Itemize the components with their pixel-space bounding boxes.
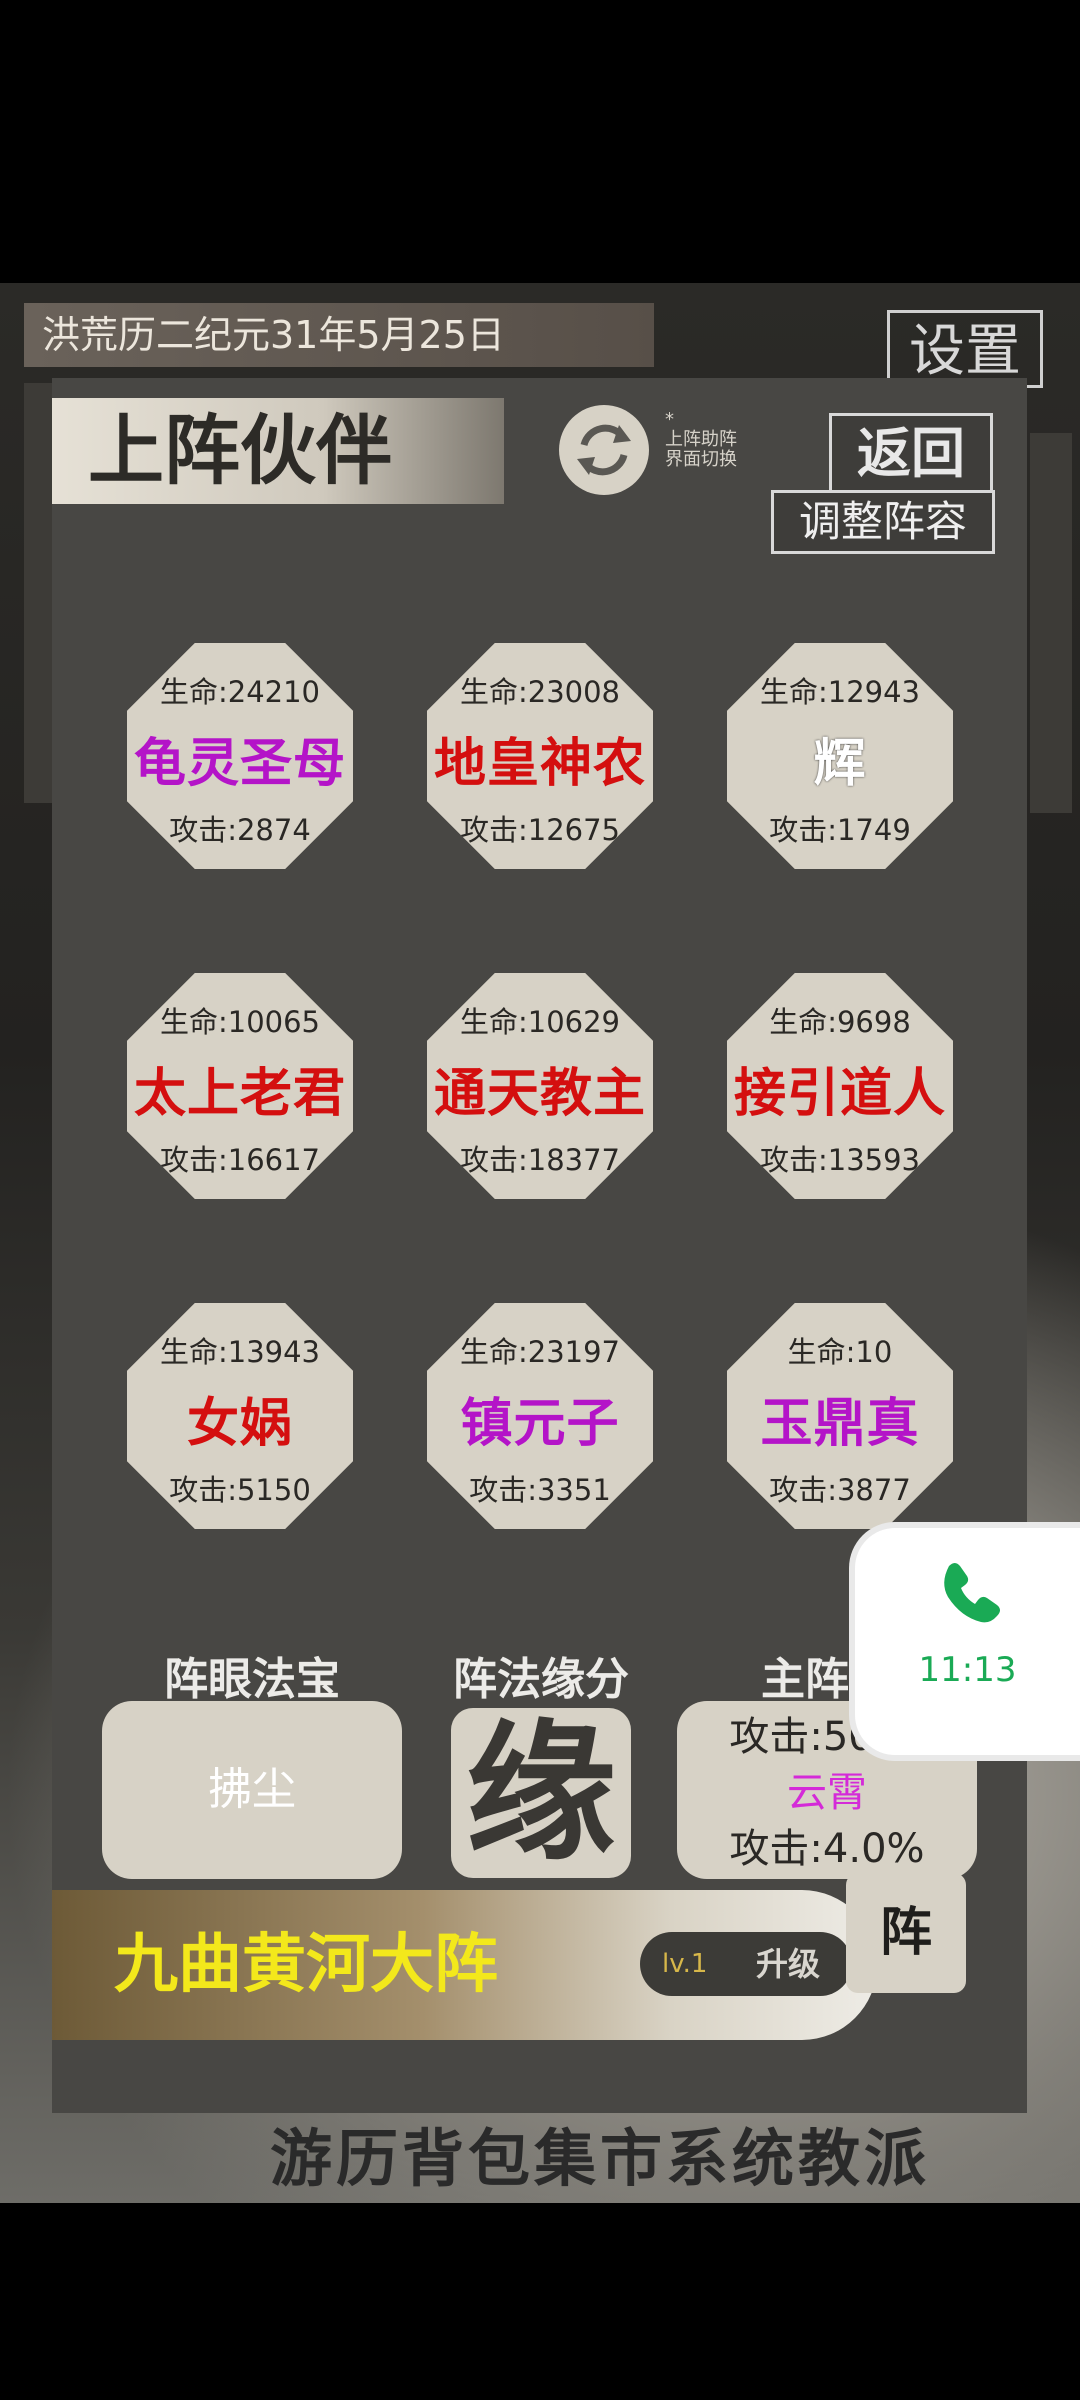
- partner-atk: 攻击:18377: [459, 1143, 621, 1177]
- partner-atk: 攻击:12675: [459, 813, 621, 847]
- partner-card[interactable]: 生命:10065 太上老君 攻击:16617: [127, 973, 353, 1199]
- partner-hp: 生命:23197: [459, 1335, 621, 1369]
- partner-name: 女娲: [186, 1394, 293, 1454]
- partner-card[interactable]: 生命:12943 辉 攻击:1749: [727, 643, 953, 869]
- background-side-panel-right: [1030, 433, 1072, 813]
- partner-name: 地皇神农: [433, 734, 646, 794]
- upgrade-pill[interactable]: lv.1 升级: [640, 1932, 852, 1996]
- switch-note-text: * 上阵助阵 界面切换: [665, 409, 737, 470]
- partner-name: 龟灵圣母: [133, 734, 346, 794]
- partner-card[interactable]: 生命:9698 接引道人 攻击:13593: [727, 973, 953, 1199]
- partner-card[interactable]: 生命:10629 通天教主 攻击:18377: [427, 973, 653, 1199]
- leader-bonus: 攻击:4.0%: [729, 1826, 925, 1872]
- date-display: 洪荒历二纪元31年5月25日: [24, 303, 654, 367]
- partner-name: 接引道人: [733, 1064, 946, 1124]
- partner-card[interactable]: 生命:23008 地皇神农 攻击:12675: [427, 643, 653, 869]
- partner-hp: 生命:23008: [459, 675, 621, 709]
- partner-hp: 生命:9698: [769, 1005, 911, 1039]
- formation-level: lv.1: [662, 1949, 708, 1979]
- partner-name: 通天教主: [433, 1064, 646, 1124]
- leader-name: 云霄: [787, 1770, 867, 1816]
- partner-atk: 攻击:1749: [769, 813, 911, 847]
- formation-button[interactable]: 阵: [846, 1873, 966, 1993]
- partner-atk: 攻击:3351: [469, 1473, 611, 1507]
- treasure-slot[interactable]: 拂尘: [102, 1701, 402, 1879]
- refresh-icon: [577, 424, 631, 476]
- partner-name: 太上老君: [133, 1064, 346, 1124]
- bottom-nav-tabs[interactable]: 游历背包集市系统教派: [270, 2108, 1070, 2195]
- partner-atk: 攻击:16617: [159, 1143, 321, 1177]
- partner-hp: 生命:24210: [159, 675, 321, 709]
- partner-hp: 生命:10: [787, 1335, 893, 1369]
- phone-icon: [944, 1563, 1000, 1623]
- partner-card[interactable]: 生命:24210 龟灵圣母 攻击:2874: [127, 643, 353, 869]
- partner-hp: 生命:10065: [159, 1005, 321, 1039]
- partner-name: 辉: [813, 734, 867, 794]
- partner-name: 玉鼎真: [760, 1394, 920, 1454]
- call-bubble[interactable]: 11:13: [855, 1528, 1080, 1755]
- partner-atk: 攻击:3877: [769, 1473, 911, 1507]
- partner-name: 镇元子: [460, 1394, 620, 1454]
- upgrade-button[interactable]: 升级: [756, 1932, 820, 1996]
- settings-button[interactable]: 设置: [887, 310, 1043, 388]
- switch-note: * 上阵助阵 界面切换: [665, 410, 737, 470]
- treasure-item: 拂尘: [208, 1764, 296, 1815]
- game-screen: 洪荒历二纪元31年5月25日 设置 游历背包集市系统教派 上阵伙伴 * 上阵助阵…: [0, 283, 1080, 2203]
- panel-title: 上阵伙伴: [52, 398, 504, 504]
- fate-char: 缘: [465, 1705, 616, 1881]
- partner-card[interactable]: 生命:23197 镇元子 攻击:3351: [427, 1303, 653, 1529]
- partner-card[interactable]: 生命:13943 女娲 攻击:5150: [127, 1303, 353, 1529]
- treasure-label: 阵眼法宝: [164, 1654, 340, 1705]
- formation-name: 九曲黄河大阵: [114, 1928, 498, 2002]
- partner-atk: 攻击:5150: [169, 1473, 311, 1507]
- call-time: 11:13: [918, 1650, 1017, 1690]
- partner-hp: 生命:12943: [759, 675, 921, 709]
- partner-card[interactable]: 生命:10 玉鼎真 攻击:3877: [727, 1303, 953, 1529]
- lineup-panel: 上阵伙伴 * 上阵助阵 界面切换 返回 调整阵容 生命:24210 龟灵圣母 攻…: [52, 378, 1027, 2113]
- partner-hp: 生命:10629: [459, 1005, 621, 1039]
- partner-hp: 生命:13943: [159, 1335, 321, 1369]
- back-button[interactable]: 返回: [829, 413, 993, 493]
- partner-atk: 攻击:2874: [169, 813, 311, 847]
- partner-atk: 攻击:13593: [759, 1143, 921, 1177]
- fate-label: 阵法缘分: [453, 1654, 629, 1705]
- switch-view-button[interactable]: [559, 405, 649, 495]
- adjust-lineup-button[interactable]: 调整阵容: [771, 490, 995, 554]
- fate-slot[interactable]: 缘: [451, 1708, 631, 1878]
- formation-bar: 九曲黄河大阵 lv.1 升级: [52, 1890, 877, 2040]
